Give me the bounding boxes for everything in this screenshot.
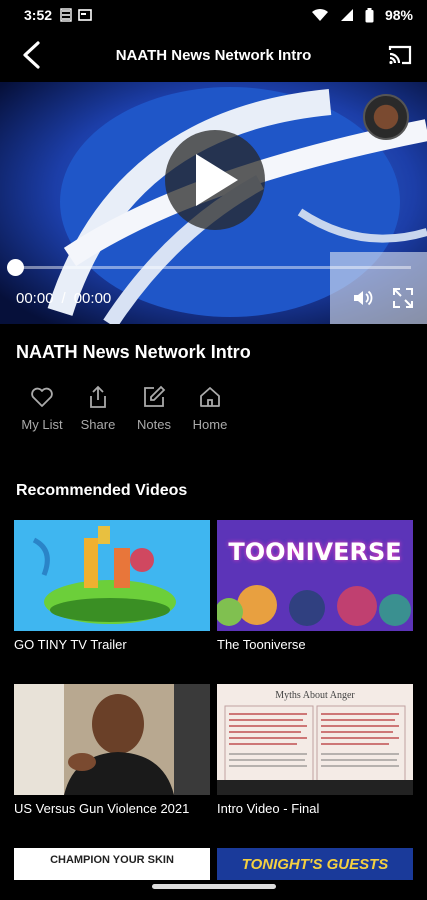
video-player[interactable]: 00:00 / 00:00 bbox=[0, 82, 427, 324]
time-display: 00:00 / 00:00 bbox=[16, 290, 111, 307]
tooniverse-logo-text: TOONIVERSE bbox=[228, 538, 402, 566]
my-list-button[interactable]: My List bbox=[14, 384, 70, 432]
video-thumbnail: TONIGHT'S GUESTS bbox=[217, 848, 413, 880]
cast-icon bbox=[388, 45, 412, 65]
signal-icon bbox=[340, 8, 354, 22]
video-title: NAATH News Network Intro bbox=[16, 342, 251, 362]
video-card-title: GO TINY TV Trailer bbox=[14, 637, 127, 652]
battery-icon bbox=[365, 7, 374, 23]
video-thumbnail bbox=[14, 684, 210, 795]
video-thumbnail: CHAMPION YOUR SKIN bbox=[14, 848, 210, 880]
edit-icon bbox=[141, 384, 167, 410]
status-bar: 3:52 98% bbox=[0, 0, 427, 30]
status-time: 3:52 bbox=[24, 7, 53, 23]
time-separator: / bbox=[61, 290, 66, 307]
home-button[interactable]: Home bbox=[182, 384, 238, 432]
page-title: NAATH News Network Intro bbox=[115, 46, 312, 64]
cast-button[interactable] bbox=[385, 40, 415, 70]
sync-icon bbox=[60, 8, 72, 22]
home-label: Home bbox=[192, 417, 228, 432]
notes-label: Notes bbox=[137, 417, 171, 432]
video-thumbnail: TOONIVERSE bbox=[217, 520, 413, 631]
progress-thumb[interactable] bbox=[7, 259, 24, 276]
app-header: NAATH News Network Intro bbox=[0, 30, 427, 80]
share-button[interactable]: Share bbox=[70, 384, 126, 432]
recommended-title: Recommended Videos bbox=[16, 482, 188, 499]
duration: 00:00 bbox=[73, 290, 112, 307]
action-bar: My List Share Notes Home bbox=[14, 384, 238, 432]
thumbnail-heading: TONIGHT'S GUESTS bbox=[241, 856, 389, 873]
video-card[interactable]: US Versus Gun Violence 2021 bbox=[14, 684, 210, 816]
play-icon bbox=[196, 154, 238, 206]
video-card[interactable]: Myths About Anger Intro Video - Final bbox=[217, 684, 413, 816]
play-button[interactable] bbox=[165, 130, 265, 230]
volume-button[interactable] bbox=[352, 287, 374, 309]
video-card-title: US Versus Gun Violence 2021 bbox=[14, 801, 190, 816]
video-thumbnail bbox=[14, 520, 210, 631]
video-card[interactable]: TOONIVERSE The Tooniverse bbox=[217, 520, 413, 652]
share-label: Share bbox=[80, 417, 116, 432]
video-card-title: Intro Video - Final bbox=[217, 801, 320, 816]
channel-logo bbox=[363, 94, 409, 140]
fullscreen-button[interactable] bbox=[392, 287, 414, 309]
thumbnail-heading: CHAMPION YOUR SKIN bbox=[50, 854, 174, 866]
volume-icon bbox=[354, 290, 373, 306]
heart-icon bbox=[29, 384, 55, 410]
gesture-nav-bar[interactable] bbox=[152, 884, 276, 889]
media-icon bbox=[78, 9, 92, 21]
video-card-title: The Tooniverse bbox=[217, 637, 306, 652]
share-icon bbox=[85, 384, 111, 410]
video-card[interactable]: GO TINY TV Trailer bbox=[14, 520, 210, 652]
video-thumbnail: Myths About Anger bbox=[217, 684, 413, 795]
back-button[interactable] bbox=[14, 38, 48, 72]
video-card[interactable]: CHAMPION YOUR SKIN bbox=[14, 848, 210, 880]
my-list-label: My List bbox=[21, 417, 63, 432]
back-arrow-icon bbox=[23, 41, 40, 69]
progress-bar[interactable] bbox=[16, 266, 411, 269]
video-card[interactable]: TONIGHT'S GUESTS bbox=[217, 848, 413, 880]
notes-button[interactable]: Notes bbox=[126, 384, 182, 432]
fullscreen-icon bbox=[393, 288, 413, 308]
current-time: 00:00 bbox=[16, 290, 54, 307]
home-icon bbox=[197, 384, 223, 410]
wifi-icon bbox=[311, 8, 329, 22]
battery-percent: 98% bbox=[384, 7, 413, 23]
